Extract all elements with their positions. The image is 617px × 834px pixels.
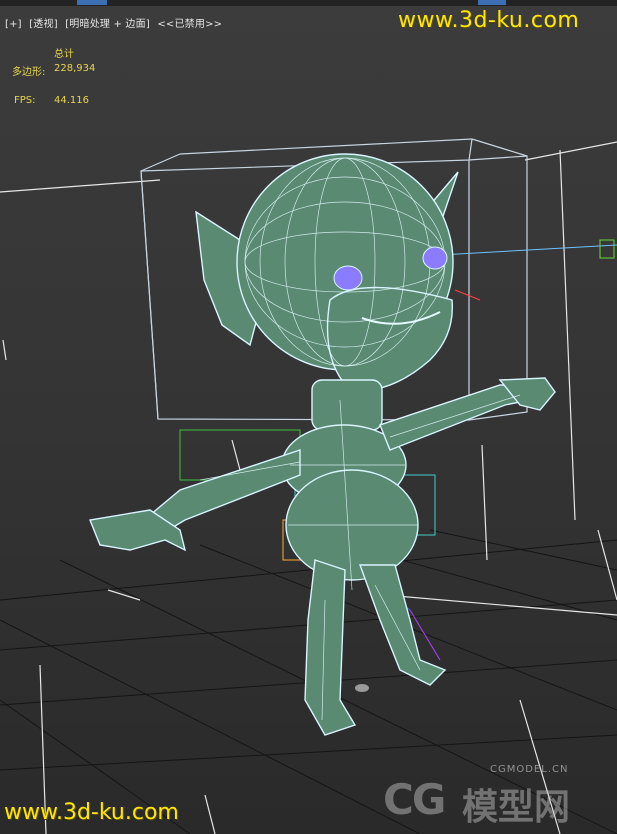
- neck-mesh: [311, 379, 383, 431]
- stats-polygons-value: 228,934: [54, 63, 96, 74]
- eye-left: [333, 265, 363, 291]
- cg-logo-text: 模型网: [462, 787, 571, 828]
- stats-fps-value: 44.116: [54, 95, 89, 106]
- stats-fps-label: FPS:: [14, 95, 36, 106]
- eye-right: [422, 246, 448, 270]
- stats-total-label: 总计: [54, 49, 74, 60]
- leg-right-mesh: [359, 564, 447, 686]
- character-mesh[interactable]: [89, 153, 556, 736]
- viewport-menu-perspective[interactable]: [透视]: [29, 19, 58, 30]
- cg-logo-mark: CG: [383, 775, 446, 824]
- pivot-point[interactable]: [355, 684, 369, 692]
- scene-canvas[interactable]: [0, 0, 617, 834]
- cg-logo-small-text: CGMODEL.CN: [490, 764, 569, 775]
- face-mesh: [326, 286, 454, 392]
- leg-left-mesh: [304, 559, 357, 736]
- viewport-label[interactable]: [+] [透视] [明暗处理 + 边面] <<已禁用>>: [5, 15, 226, 30]
- stats-polygons-label: 多边形:: [12, 67, 46, 78]
- viewport-menu-disabled[interactable]: <<已禁用>>: [157, 19, 222, 30]
- watermark-bottom: www.3d-ku.com: [4, 800, 179, 825]
- watermark-top: www.3d-ku.com: [398, 8, 580, 33]
- viewport-menu-plus[interactable]: [+]: [5, 19, 22, 30]
- viewport-menu-shading[interactable]: [明暗处理 + 边面]: [65, 19, 150, 30]
- arm-left-mesh: [149, 449, 301, 536]
- arm-right-mesh: [379, 384, 531, 451]
- perspective-viewport[interactable]: [+] [透视] [明暗处理 + 边面] <<已禁用>> 总计 多边形: 228…: [0, 0, 617, 834]
